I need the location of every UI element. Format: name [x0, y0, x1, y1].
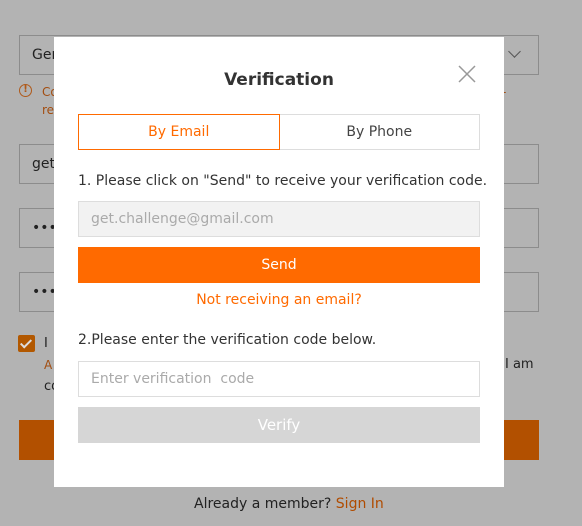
not-receiving-email-link[interactable]: Not receiving an email? — [54, 292, 504, 308]
verify-button[interactable]: Verify — [78, 407, 480, 443]
agree-text-line2: A — [44, 358, 53, 372]
email-display-field: get.challenge@gmail.com — [78, 201, 480, 237]
close-icon[interactable] — [458, 65, 476, 83]
sign-in-link[interactable]: Sign In — [336, 496, 384, 512]
agree-text-right: I am — [505, 357, 534, 372]
step2-instruction: 2.Please enter the verification code bel… — [78, 332, 377, 348]
send-button[interactable]: Send — [78, 247, 480, 283]
agree-text-line1: I — [44, 336, 48, 351]
agree-checkbox[interactable] — [18, 335, 35, 352]
verification-tabs: By Email By Phone — [78, 114, 480, 150]
already-member-text: Already a member? — [194, 496, 332, 512]
modal-title: Verification — [224, 70, 334, 90]
member-prompt: Already a member? Sign In — [194, 496, 384, 512]
verification-code-input[interactable] — [78, 361, 480, 397]
tab-by-phone[interactable]: By Phone — [279, 114, 480, 150]
info-icon: ! — [19, 84, 32, 97]
info-text-line2: re — [42, 103, 55, 117]
step1-instruction: 1. Please click on "Send" to receive you… — [78, 173, 488, 189]
verification-modal: Verification By Email By Phone 1. Please… — [54, 37, 504, 487]
tab-by-email[interactable]: By Email — [78, 114, 280, 150]
